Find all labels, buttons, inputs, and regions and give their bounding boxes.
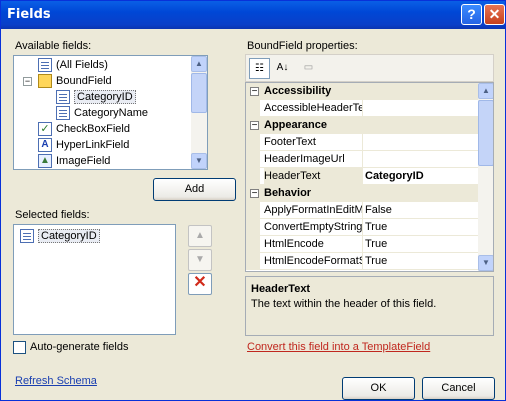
- window-title: Fields: [7, 7, 51, 22]
- properties-toolbar: ☷ A↓ ▭: [245, 54, 494, 82]
- description-text: The text within the header of this field…: [251, 298, 437, 310]
- field-icon: [38, 58, 52, 73]
- collapse-icon[interactable]: −: [250, 189, 259, 199]
- cancel-button[interactable]: Cancel: [422, 377, 495, 400]
- prop-convertemptystringtonull[interactable]: ConvertEmptyString True: [246, 219, 478, 236]
- tree-item-label: BoundField: [56, 75, 112, 87]
- alphabetical-sort-icon[interactable]: A↓: [272, 58, 293, 79]
- tree-item-boundfield[interactable]: BoundField: [38, 73, 112, 89]
- tree-item-checkboxfield[interactable]: ✓ CheckBoxField: [38, 121, 130, 137]
- category-behavior[interactable]: − Behavior: [246, 185, 478, 202]
- description-title: HeaderText: [251, 283, 311, 295]
- prop-htmlencodeformatstring[interactable]: HtmlEncodeFormatS True: [246, 253, 478, 270]
- available-scrollbar[interactable]: ▲ ▼: [191, 56, 207, 169]
- tree-item-label: CategoryID: [74, 90, 136, 104]
- properties-scrollbar[interactable]: ▲ ▼: [478, 83, 493, 271]
- prop-value[interactable]: True: [365, 236, 387, 253]
- prop-name: FooterText: [264, 136, 316, 148]
- delete-icon: ✕: [193, 274, 207, 291]
- title-bar: Fields ? ✕: [1, 1, 505, 29]
- convert-to-templatefield-link[interactable]: Convert this field into a TemplateField: [247, 341, 430, 353]
- tree-item-imagefield[interactable]: ▲ ImageField: [38, 153, 110, 169]
- prop-name: HtmlEncode: [264, 238, 324, 250]
- prop-value[interactable]: CategoryID: [365, 168, 424, 185]
- fields-dialog: Fields ? ✕ Available fields: (All Fields…: [0, 0, 506, 401]
- delete-button[interactable]: ✕: [188, 273, 212, 295]
- tree-item-hyperlinkfield[interactable]: A HyperLinkField: [38, 137, 129, 153]
- tree-item-label: ImageField: [56, 155, 111, 167]
- property-pages-icon[interactable]: ▭: [298, 58, 319, 79]
- prop-value[interactable]: True: [365, 253, 387, 270]
- available-fields-label: Available fields:: [15, 40, 92, 52]
- tree-item-categoryid[interactable]: CategoryID: [56, 89, 136, 105]
- prop-headerimageurl[interactable]: HeaderImageUrl: [246, 151, 478, 168]
- collapse-icon[interactable]: −: [250, 121, 259, 131]
- categorized-view-icon[interactable]: ☷: [249, 58, 270, 79]
- category-accessibility[interactable]: − Accessibility: [246, 83, 478, 100]
- refresh-schema-link[interactable]: Refresh Schema: [15, 375, 97, 387]
- selected-fields-list[interactable]: CategoryID: [13, 224, 176, 335]
- auto-generate-label: Auto-generate fields: [30, 341, 129, 353]
- hyperlink-field-icon: A: [38, 138, 52, 153]
- scroll-up-icon[interactable]: ▲: [478, 83, 493, 99]
- prop-name: ConvertEmptyString: [264, 221, 362, 233]
- property-grid[interactable]: − Accessibility AccessibleHeaderTe − Appea…: [245, 82, 494, 272]
- arrow-down-icon: ▼: [195, 254, 205, 265]
- field-icon: [56, 90, 70, 105]
- prop-name: HtmlEncodeFormatS: [264, 255, 362, 267]
- prop-applyformatineditmode[interactable]: ApplyFormatInEditM False: [246, 202, 478, 219]
- image-field-icon: ▲: [38, 154, 52, 169]
- move-down-button[interactable]: ▼: [188, 249, 212, 271]
- collapse-icon[interactable]: −: [250, 87, 259, 97]
- list-item-categoryid[interactable]: CategoryID: [20, 228, 100, 244]
- list-item-label: CategoryID: [38, 229, 100, 243]
- tree-item-label: HyperLinkField: [56, 139, 130, 151]
- tree-item-categoryname[interactable]: CategoryName: [56, 105, 148, 121]
- collapse-icon[interactable]: −: [23, 77, 32, 86]
- add-button[interactable]: Add: [153, 178, 236, 201]
- available-fields-tree[interactable]: (All Fields) − BoundField CategoryID Cat…: [13, 55, 208, 170]
- prop-name: HeaderImageUrl: [264, 153, 345, 165]
- prop-headertext[interactable]: HeaderText CategoryID: [246, 168, 478, 185]
- move-up-button[interactable]: ▲: [188, 225, 212, 247]
- arrow-up-icon: ▲: [195, 230, 205, 241]
- folder-icon: [38, 74, 52, 89]
- field-icon: [20, 229, 34, 244]
- scroll-thumb[interactable]: [191, 73, 207, 113]
- prop-accessibleheadertext[interactable]: AccessibleHeaderTe: [246, 100, 478, 117]
- prop-name: HeaderText: [264, 168, 362, 185]
- tree-item-label: CheckBoxField: [56, 123, 130, 135]
- prop-name: ApplyFormatInEditM: [264, 204, 362, 216]
- category-appearance[interactable]: − Appearance: [246, 117, 478, 134]
- help-button[interactable]: ?: [461, 4, 482, 25]
- property-description: HeaderText The text within the header of…: [245, 276, 494, 336]
- scroll-thumb[interactable]: [478, 100, 493, 166]
- scroll-down-icon[interactable]: ▼: [191, 153, 207, 169]
- prop-name: AccessibleHeaderTe: [264, 102, 362, 114]
- tree-item-all-fields[interactable]: (All Fields): [38, 57, 108, 73]
- scroll-up-icon[interactable]: ▲: [191, 56, 207, 72]
- prop-value[interactable]: True: [365, 219, 387, 236]
- properties-label: BoundField properties:: [247, 40, 358, 52]
- ok-button[interactable]: OK: [342, 377, 415, 400]
- checkbox-field-icon: ✓: [38, 122, 52, 137]
- field-icon: [56, 106, 70, 121]
- close-button[interactable]: ✕: [484, 4, 505, 25]
- prop-value[interactable]: False: [365, 202, 392, 219]
- selected-fields-label: Selected fields:: [15, 209, 90, 221]
- prop-htmlencode[interactable]: HtmlEncode True: [246, 236, 478, 253]
- auto-generate-checkbox[interactable]: [13, 341, 26, 354]
- tree-item-label: (All Fields): [56, 59, 108, 71]
- tree-item-label: CategoryName: [74, 107, 148, 119]
- prop-footertext[interactable]: FooterText: [246, 134, 478, 151]
- scroll-down-icon[interactable]: ▼: [478, 255, 493, 271]
